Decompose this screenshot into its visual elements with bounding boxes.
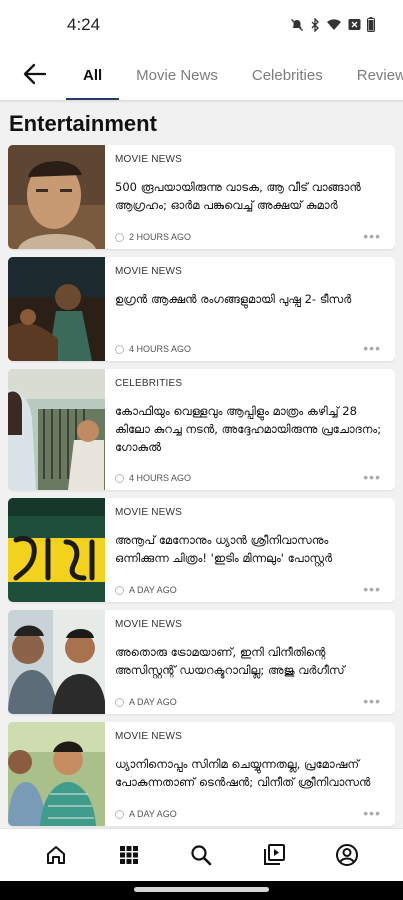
more-options-icon[interactable]: ••• [363,229,381,243]
article-time: 2 HOURS AGO [129,232,192,242]
article-body: CELEBRITIES കോഫിയും വെള്ളവും ആപ്പിളും മാ… [105,369,395,490]
bluetooth-icon [310,17,320,32]
article-meta: A DAY AGO [115,697,177,707]
article-body: MOVIE NEWS അനൂപ് മേനോനും ധ്യാൻ ശ്രീനിവാസ… [105,498,395,602]
top-nav: All Movie News Celebrities Reviews [0,50,403,100]
article-time: 4 HOURS AGO [129,344,192,354]
more-options-icon[interactable]: ••• [363,341,381,355]
article-card[interactable]: MOVIE NEWS ധ്യാനിനൊപ്പം സിനിമ ചെയ്യുന്നത… [8,722,395,826]
clock-icon [115,473,124,483]
nav-home-button[interactable] [36,835,76,875]
bottom-nav [0,828,403,881]
article-time: 4 HOURS AGO [129,473,192,483]
status-bar: 4:24 [0,0,403,50]
article-card[interactable]: CELEBRITIES കോഫിയും വെള്ളവും ആപ്പിളും മാ… [8,369,395,490]
clock-icon [115,585,124,595]
article-thumbnail [8,257,105,361]
article-time: A DAY AGO [129,585,177,595]
nav-search-button[interactable] [181,835,221,875]
bell-off-icon [290,18,304,32]
wifi-icon [326,18,342,31]
home-gesture-handle[interactable] [134,887,269,892]
article-headline[interactable]: അനൂപ് മേനോനും ധ്യാൻ ശ്രീനിവാസനും ഒന്നിക്… [115,531,385,567]
article-thumbnail [8,145,105,249]
more-options-icon[interactable]: ••• [363,582,381,596]
tab-all[interactable]: All [66,50,120,100]
article-category: MOVIE NEWS [115,507,183,518]
nav-video-button[interactable] [254,835,294,875]
article-category: MOVIE NEWS [115,619,183,630]
article-card[interactable]: MOVIE NEWS അനൂപ് മേനോനും ധ്യാൻ ശ്രീനിവാസ… [8,498,395,602]
battery-icon [367,17,375,32]
article-time: A DAY AGO [129,697,177,707]
search-icon [191,845,212,866]
article-thumbnail [8,610,105,714]
article-time: A DAY AGO [129,809,177,819]
article-card[interactable]: MOVIE NEWS 500 രൂപയായിരുന്നു വാടക, ആ വീട… [8,145,395,249]
clock-icon [115,232,124,242]
home-icon [47,846,66,864]
tab-reviews[interactable]: Reviews [340,50,403,100]
article-headline[interactable]: 500 രൂപയായിരുന്നു വാടക, ആ വീട് വാങ്ങാൻ ആ… [115,178,385,214]
article-body: MOVIE NEWS ധ്യാനിനൊപ്പം സിനിമ ചെയ്യുന്നത… [105,722,395,826]
article-thumbnail [8,369,105,490]
notification-box-icon [348,18,361,31]
tab-celebrities[interactable]: Celebrities [235,50,340,100]
more-options-icon[interactable]: ••• [363,694,381,708]
clock-icon [115,344,124,354]
article-card[interactable]: MOVIE NEWS ഉഗ്രൻ ആക്ഷൻ രംഗങ്ങളുമായി പുഷ്… [8,257,395,361]
category-tabs: All Movie News Celebrities Reviews [66,50,403,100]
article-card[interactable]: MOVIE NEWS അതൊരു ട്രോമയാണ്, ഇനി വിനീതിന്… [8,610,395,714]
back-button[interactable] [18,57,52,91]
article-body: MOVIE NEWS 500 രൂപയായിരുന്നു വാടക, ആ വീട… [105,145,395,249]
nav-grid-button[interactable] [109,835,149,875]
article-category: MOVIE NEWS [115,731,183,742]
article-headline[interactable]: അതൊരു ട്രോമയാണ്, ഇനി വിനീതിന്റെ അസിസ്റ്റ… [115,643,385,679]
article-meta: A DAY AGO [115,809,177,819]
account-icon [335,844,358,866]
status-time: 4:24 [67,15,101,34]
article-category: CELEBRITIES [115,378,183,389]
article-headline[interactable]: കോഫിയും വെള്ളവും ആപ്പിളും മാത്രം കഴിച്ച്… [115,402,385,456]
article-headline[interactable]: ഉഗ്രൻ ആക്ഷൻ രംഗങ്ങളുമായി പുഷ്പ 2- ടീസർ [115,290,385,308]
article-body: MOVIE NEWS ഉഗ്രൻ ആക്ഷൻ രംഗങ്ങളുമായി പുഷ്… [105,257,395,361]
status-icons [290,17,375,32]
video-library-icon [264,844,286,865]
article-meta: 4 HOURS AGO [115,473,191,483]
nav-divider [0,100,403,103]
article-category: MOVIE NEWS [115,266,183,277]
grid-icon [119,846,138,864]
gesture-bar [0,881,403,900]
article-headline[interactable]: ധ്യാനിനൊപ്പം സിനിമ ചെയ്യുന്നതല്ല, പ്രമോഷ… [115,755,385,791]
article-thumbnail [8,722,105,826]
article-category: MOVIE NEWS [115,154,183,165]
clock-icon [115,809,124,819]
article-meta: 4 HOURS AGO [115,344,191,354]
nav-account-button[interactable] [327,835,367,875]
section-title: Entertainment [9,111,157,136]
article-body: MOVIE NEWS അതൊരു ട്രോമയാണ്, ഇനി വിനീതിന്… [105,610,395,714]
more-options-icon[interactable]: ••• [363,470,381,484]
article-thumbnail [8,498,105,602]
tab-movie-news[interactable]: Movie News [119,50,235,100]
arrow-left-icon [23,63,47,85]
article-meta: A DAY AGO [115,585,177,595]
clock-icon [115,697,124,707]
article-meta: 2 HOURS AGO [115,232,191,242]
more-options-icon[interactable]: ••• [363,806,381,820]
article-feed[interactable]: MOVIE NEWS 500 രൂപയായിരുന്നു വാടക, ആ വീട… [8,145,395,828]
